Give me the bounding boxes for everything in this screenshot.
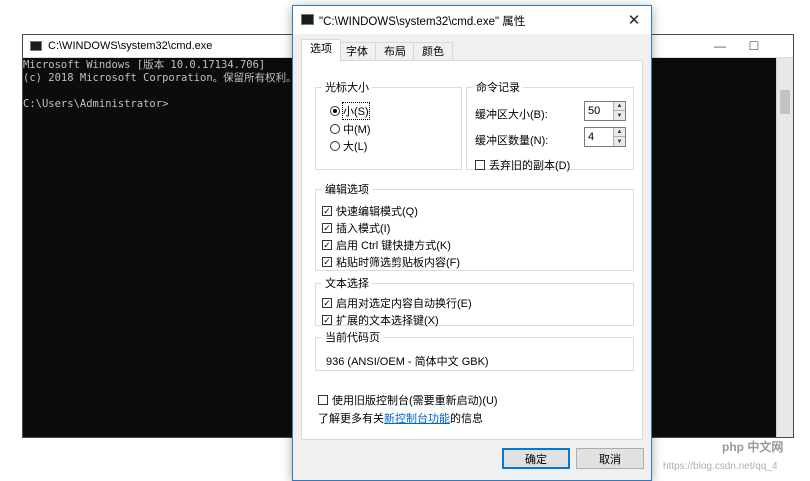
codepage-legend: 当前代码页 xyxy=(325,332,380,344)
watermark-url: https://blog.csdn.net/qq_4 xyxy=(663,461,778,472)
check-icon: ✓ xyxy=(322,206,332,216)
buffer-count-stepper[interactable]: 4 ▲ ▼ xyxy=(584,127,626,147)
radio-icon xyxy=(330,124,340,134)
ctrl-shortcuts-checkbox[interactable]: ✓ 启用 Ctrl 键快捷方式(K) xyxy=(322,237,451,253)
command-history-legend: 命令记录 xyxy=(476,82,520,94)
check-icon: ✓ xyxy=(322,223,332,233)
legacy-console-checkbox[interactable]: 使用旧版控制台(需要重新启动)(U) xyxy=(318,392,498,408)
console-scroll-thumb[interactable] xyxy=(780,90,790,114)
dialog-titlebar[interactable]: "C:\WINDOWS\system32\cmd.exe" 属性 ✕ xyxy=(293,6,651,34)
console-line: Microsoft Windows [版本 10.0.17134.706] xyxy=(23,59,266,71)
buffer-size-stepper[interactable]: 50 ▲ ▼ xyxy=(584,101,626,121)
buffer-count-value: 4 xyxy=(588,131,595,143)
insert-mode-checkbox[interactable]: ✓ 插入模式(I) xyxy=(322,220,390,236)
console-app-icon xyxy=(30,41,42,51)
check-icon: ✓ xyxy=(322,315,332,325)
console-line: (c) 2018 Microsoft Corporation。保留所有权利。 xyxy=(23,72,297,84)
ok-button[interactable]: 确定 xyxy=(502,448,570,469)
check-icon: ✓ xyxy=(322,298,332,308)
properties-dialog: "C:\WINDOWS\system32\cmd.exe" 属性 ✕ 选项 字体… xyxy=(292,5,652,481)
cancel-button[interactable]: 取消 xyxy=(576,448,644,469)
close-icon[interactable]: ✕ xyxy=(617,6,651,34)
console-output[interactable]: Microsoft Windows [版本 10.0.17134.706] (c… xyxy=(23,59,303,111)
codepage-value: 936 (ANSI/OEM - 简体中文 GBK) xyxy=(326,356,489,368)
console-scrollbar[interactable] xyxy=(776,58,793,437)
maximize-icon[interactable]: ☐ xyxy=(737,35,771,57)
discard-duplicates-checkbox[interactable]: 丢弃旧的副本(D) xyxy=(475,157,570,173)
console-line: C:\Users\Administrator> xyxy=(23,98,169,110)
check-icon: ✓ xyxy=(322,240,332,250)
edit-options-legend: 编辑选项 xyxy=(325,184,369,196)
text-selection-legend: 文本选择 xyxy=(325,278,369,290)
learn-more-text: 了解更多有关 新控制台功能 的信息 xyxy=(318,410,483,426)
minimize-icon[interactable]: — xyxy=(703,35,737,57)
spin-up-icon[interactable]: ▲ xyxy=(614,128,625,137)
spin-down-icon[interactable]: ▼ xyxy=(614,111,625,120)
checkbox-icon xyxy=(318,395,328,405)
quickedit-checkbox[interactable]: ✓ 快速编辑模式(Q) xyxy=(322,203,418,219)
radio-icon xyxy=(330,141,340,151)
new-console-features-link[interactable]: 新控制台功能 xyxy=(384,410,450,426)
console-title: C:\WINDOWS\system32\cmd.exe xyxy=(48,40,213,52)
radio-cursor-small[interactable]: 小(S) xyxy=(330,102,370,120)
buffer-size-label: 缓冲区大小(B): xyxy=(475,109,548,121)
dialog-title: "C:\WINDOWS\system32\cmd.exe" 属性 xyxy=(319,16,526,28)
tab-font[interactable]: 字体 xyxy=(337,42,377,61)
spin-up-icon[interactable]: ▲ xyxy=(614,102,625,111)
buffer-count-label: 缓冲区数量(N): xyxy=(475,135,549,147)
watermark-logo: php 中文网 xyxy=(722,440,784,454)
radio-selected-icon xyxy=(330,106,340,116)
extended-keys-checkbox[interactable]: ✓ 扩展的文本选择键(X) xyxy=(322,312,439,328)
buffer-size-value: 50 xyxy=(588,105,601,117)
options-panel: 光标大小 小(S) 中(M) 大(L) 命令记录 缓冲区大小(B): 50 ▲ … xyxy=(301,60,643,440)
console-app-icon xyxy=(301,14,314,25)
checkbox-icon xyxy=(475,160,485,170)
radio-cursor-large[interactable]: 大(L) xyxy=(330,138,367,154)
tab-options[interactable]: 选项 xyxy=(301,39,341,62)
tab-layout[interactable]: 布局 xyxy=(375,42,415,61)
tab-bar: 选项 字体 布局 颜色 xyxy=(301,39,641,62)
tab-colors[interactable]: 颜色 xyxy=(413,42,453,61)
cursor-size-legend: 光标大小 xyxy=(325,82,369,94)
radio-cursor-medium[interactable]: 中(M) xyxy=(330,121,371,137)
spin-down-icon[interactable]: ▼ xyxy=(614,137,625,146)
line-wrap-checkbox[interactable]: ✓ 启用对选定内容自动换行(E) xyxy=(322,295,472,311)
check-icon: ✓ xyxy=(322,257,332,267)
filter-paste-checkbox[interactable]: ✓ 粘贴时筛选剪贴板内容(F) xyxy=(322,254,460,270)
